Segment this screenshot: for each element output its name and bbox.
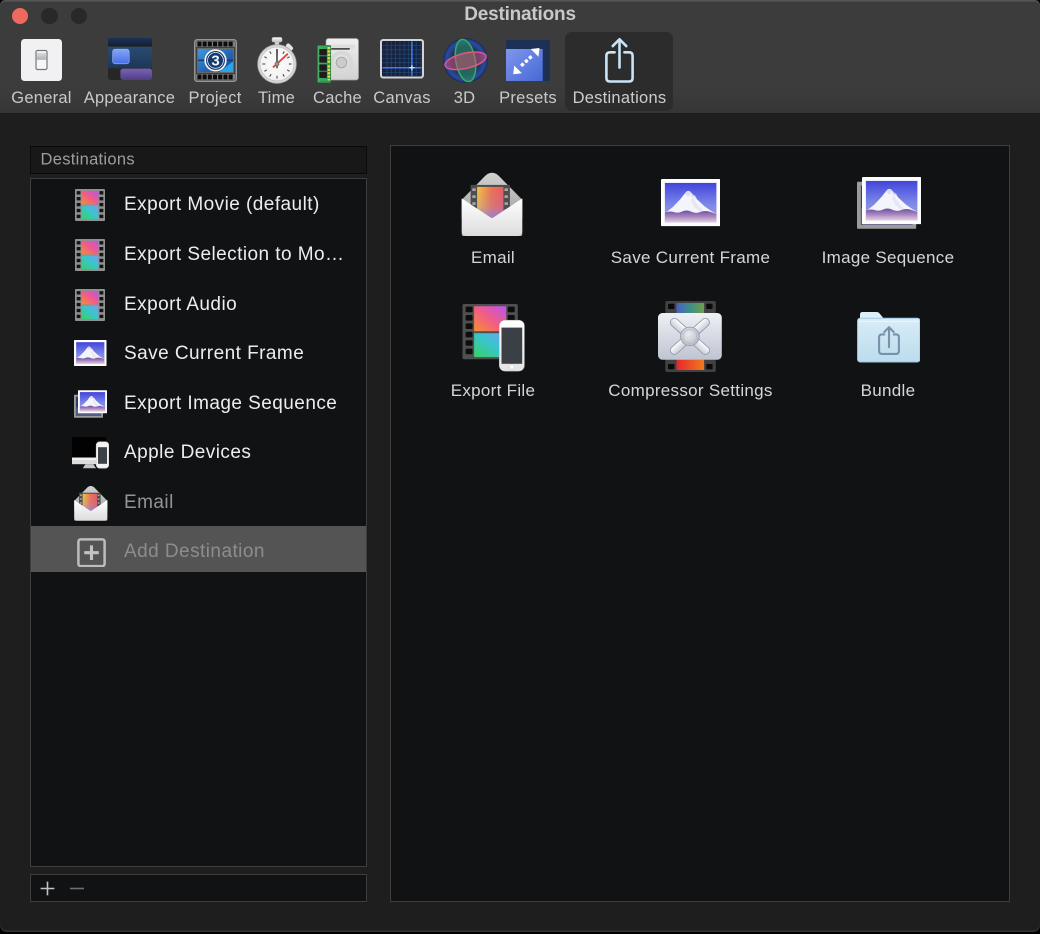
svg-text:3: 3 (211, 52, 219, 69)
